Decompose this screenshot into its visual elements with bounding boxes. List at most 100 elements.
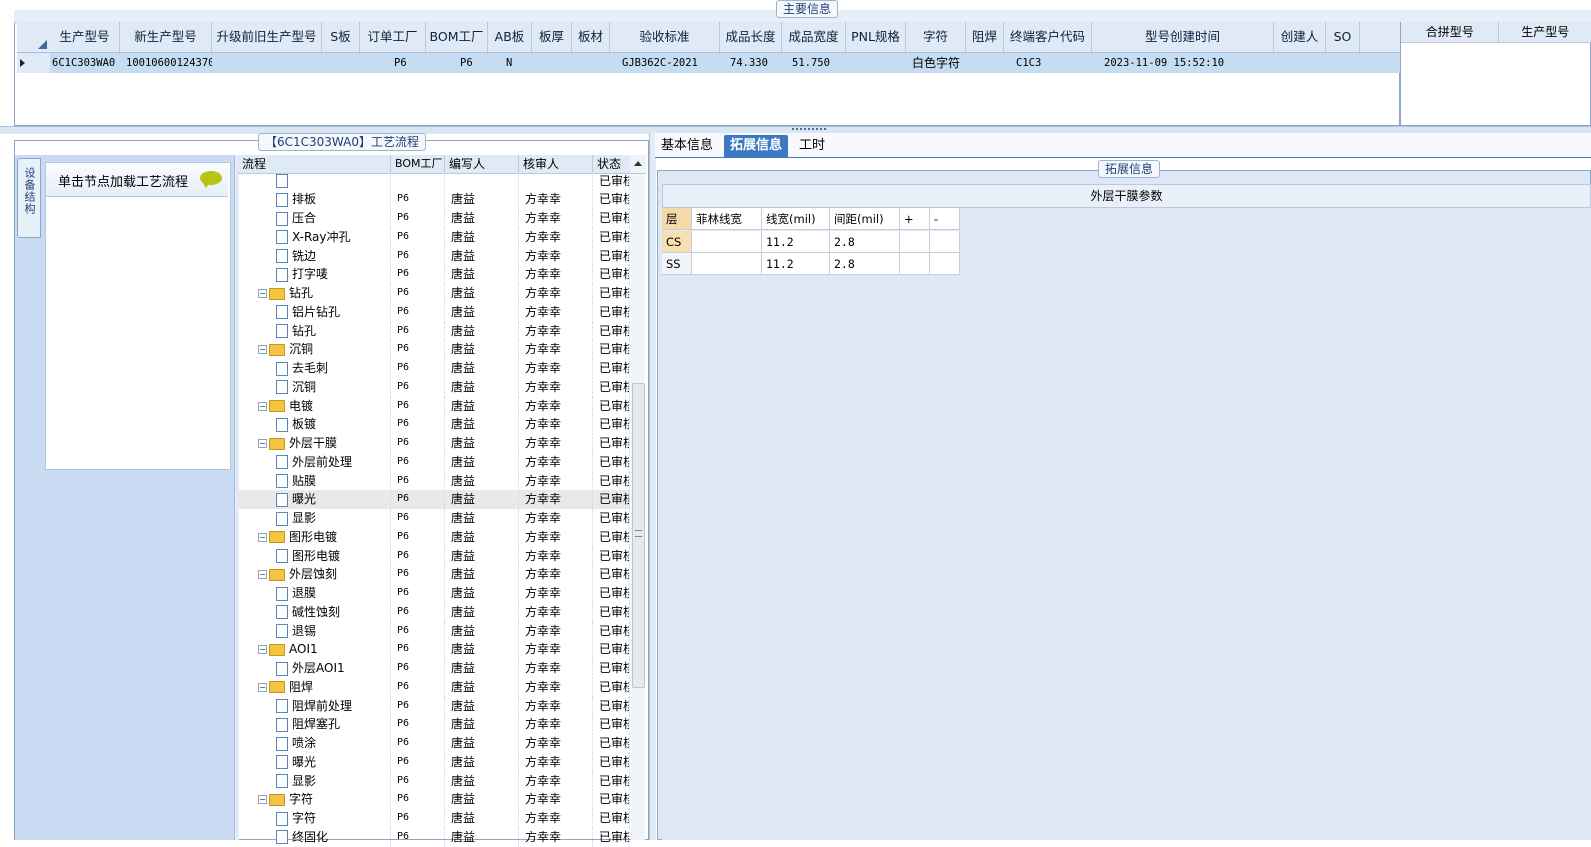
tree-row[interactable]: 显影 P6唐益方幸幸已审核 xyxy=(238,509,630,528)
col-header-legend[interactable]: 字符 xyxy=(906,22,966,52)
ext-cell-line-width[interactable]: 11.2 xyxy=(762,253,830,275)
bom-cell[interactable]: P6 xyxy=(391,659,445,678)
bom-cell[interactable]: P6 xyxy=(391,490,445,510)
reviewer-cell[interactable]: 方幸幸 xyxy=(519,246,593,266)
writer-cell[interactable]: 唐益 xyxy=(445,621,519,641)
bom-cell[interactable]: P6 xyxy=(391,340,445,360)
writer-cell[interactable]: 唐益 xyxy=(445,396,519,416)
reviewer-cell[interactable]: 方幸幸 xyxy=(519,340,593,360)
writer-cell[interactable]: 唐益 xyxy=(445,584,519,603)
cell-creator[interactable] xyxy=(1274,53,1326,73)
col-header-acceptance-standard[interactable]: 验收标准 xyxy=(610,22,720,52)
status-cell[interactable]: 已审核 xyxy=(593,546,630,566)
cell-acceptance-standard[interactable]: GJB362C-2021 xyxy=(610,53,720,73)
status-cell[interactable]: 已审核 xyxy=(593,171,630,191)
reviewer-cell[interactable]: 方幸幸 xyxy=(519,565,593,585)
tree-row[interactable]: 去毛刺 P6唐益方幸幸已审核 xyxy=(238,359,630,378)
cell-thickness[interactable] xyxy=(532,53,572,73)
status-cell[interactable]: 已审核 xyxy=(593,284,630,303)
status-cell[interactable]: 已审核 xyxy=(593,246,630,266)
remove-column-button[interactable]: - xyxy=(930,208,960,230)
bom-cell[interactable]: P6 xyxy=(391,321,445,341)
status-cell[interactable]: 已审核 xyxy=(593,602,630,622)
bom-cell[interactable]: P6 xyxy=(391,471,445,491)
status-cell[interactable]: 已审核 xyxy=(593,809,630,828)
col-header-width[interactable]: 成品宽度 xyxy=(782,22,846,52)
tree-node[interactable]: 曝光 xyxy=(238,752,391,772)
writer-cell[interactable] xyxy=(445,171,519,191)
tab-work-hours[interactable]: 工时 xyxy=(793,135,831,157)
col-header-solder-mask[interactable]: 阻焊 xyxy=(966,22,1004,52)
col-header-s-board[interactable]: S板 xyxy=(322,22,360,52)
col-header-thickness[interactable]: 板厚 xyxy=(532,22,572,52)
writer-cell[interactable]: 唐益 xyxy=(445,190,519,210)
tree-node[interactable]: − 外层干膜 xyxy=(238,434,391,453)
status-cell[interactable]: 已审核 xyxy=(593,584,630,603)
cell-s-board[interactable] xyxy=(322,53,360,73)
status-cell[interactable]: 已审核 xyxy=(593,527,630,547)
status-cell[interactable]: 已审核 xyxy=(593,827,630,847)
writer-cell[interactable]: 唐益 xyxy=(445,227,519,247)
tree-node[interactable]: 退膜 xyxy=(238,584,391,603)
reviewer-cell[interactable]: 方幸幸 xyxy=(519,602,593,622)
status-cell[interactable]: 已审核 xyxy=(593,321,630,341)
writer-cell[interactable]: 唐益 xyxy=(445,602,519,622)
tree-row[interactable]: 贴膜 P6唐益方幸幸已审核 xyxy=(238,471,630,491)
bom-cell[interactable]: P6 xyxy=(391,809,445,828)
tree-row[interactable]: 图形电镀 P6唐益方幸幸已审核 xyxy=(238,546,630,566)
tree-node[interactable]: − 外层蚀刻 xyxy=(238,565,391,585)
col-header-created-time[interactable]: 型号创建时间 xyxy=(1092,22,1274,52)
status-cell[interactable]: 已审核 xyxy=(593,621,630,641)
reviewer-cell[interactable]: 方幸幸 xyxy=(519,827,593,847)
col-header-new-model[interactable]: 新生产型号 xyxy=(120,22,212,52)
reviewer-cell[interactable]: 方幸幸 xyxy=(519,359,593,378)
cell-solder-mask[interactable] xyxy=(966,53,1004,73)
bom-cell[interactable]: P6 xyxy=(391,284,445,303)
bom-cell[interactable]: P6 xyxy=(391,565,445,585)
collapse-icon[interactable]: − xyxy=(258,401,267,411)
tree-row[interactable]: 外层前处理 P6唐益方幸幸已审核 xyxy=(238,452,630,472)
reviewer-cell[interactable]: 方幸幸 xyxy=(519,527,593,547)
status-cell[interactable]: 已审核 xyxy=(593,359,630,378)
writer-cell[interactable]: 唐益 xyxy=(445,321,519,341)
reviewer-cell[interactable]: 方幸幸 xyxy=(519,415,593,435)
tree-row[interactable]: 钻孔 P6唐益方幸幸已审核 xyxy=(238,321,630,341)
ext-cell-layer[interactable]: CS xyxy=(662,231,692,253)
reviewer-cell[interactable]: 方幸幸 xyxy=(519,471,593,491)
bom-cell[interactable]: P6 xyxy=(391,434,445,453)
writer-cell[interactable]: 唐益 xyxy=(445,471,519,491)
bom-cell[interactable]: P6 xyxy=(391,190,445,210)
reviewer-cell[interactable]: 方幸幸 xyxy=(519,752,593,772)
bom-cell[interactable]: P6 xyxy=(391,790,445,810)
reviewer-cell[interactable]: 方幸幸 xyxy=(519,734,593,753)
reviewer-cell[interactable]: 方幸幸 xyxy=(519,696,593,716)
tree-row[interactable]: 显影 P6唐益方幸幸已审核 xyxy=(238,771,630,791)
writer-cell[interactable]: 唐益 xyxy=(445,340,519,360)
writer-cell[interactable]: 唐益 xyxy=(445,565,519,585)
status-cell[interactable]: 已审核 xyxy=(593,471,630,491)
reviewer-cell[interactable]: 方幸幸 xyxy=(519,621,593,641)
tree-node[interactable]: 终固化 xyxy=(238,827,391,847)
reviewer-cell[interactable]: 方幸幸 xyxy=(519,659,593,678)
tree-row[interactable]: 曝光 P6唐益方幸幸已审核 xyxy=(238,490,630,510)
reviewer-cell[interactable] xyxy=(519,171,593,191)
writer-cell[interactable]: 唐益 xyxy=(445,209,519,228)
reviewer-cell[interactable]: 方幸幸 xyxy=(519,396,593,416)
tree-row[interactable]: 阻焊塞孔 P6唐益方幸幸已审核 xyxy=(238,715,630,735)
col-header-model[interactable]: 生产型号 xyxy=(50,22,120,52)
status-cell[interactable]: 已审核 xyxy=(593,434,630,453)
bom-cell[interactable]: P6 xyxy=(391,527,445,547)
status-cell[interactable]: 已审核 xyxy=(593,490,630,510)
bom-cell[interactable]: P6 xyxy=(391,415,445,435)
bom-cell[interactable]: P6 xyxy=(391,696,445,716)
tree-node[interactable]: 压合 xyxy=(238,209,391,228)
reviewer-cell[interactable]: 方幸幸 xyxy=(519,509,593,528)
vertical-splitter-right[interactable] xyxy=(649,133,656,840)
bom-cell[interactable]: P6 xyxy=(391,827,445,847)
status-cell[interactable]: 已审核 xyxy=(593,302,630,322)
ext-cell-film-width[interactable] xyxy=(692,253,762,275)
cell-order-factory[interactable]: P6 xyxy=(360,53,426,73)
status-cell[interactable]: 已审核 xyxy=(593,396,630,416)
writer-cell[interactable]: 唐益 xyxy=(445,527,519,547)
bom-cell[interactable]: P6 xyxy=(391,734,445,753)
